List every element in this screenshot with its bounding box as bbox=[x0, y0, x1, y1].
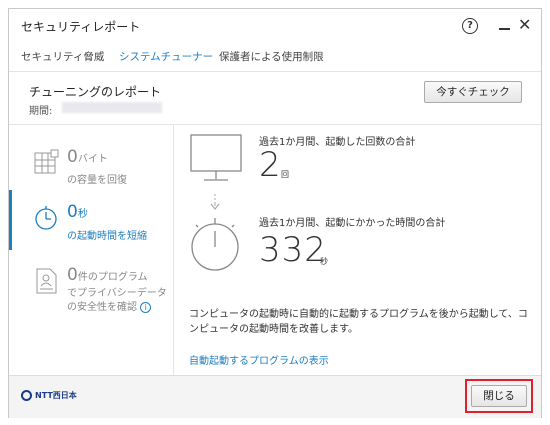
boot-time-unit: 秒 bbox=[320, 257, 328, 266]
close-icon: ✕ bbox=[518, 15, 532, 34]
help-button[interactable]: ? bbox=[459, 15, 481, 37]
close-button-highlight: 閉じる bbox=[465, 379, 533, 413]
description-text: コンピュータの起動時に自動的に起動するプログラムを後から起動して、コンピュータの… bbox=[189, 309, 528, 335]
security-report-window: セキュリティレポート ? ✕ セキュリティ脅威 システムチューナー 保護者による… bbox=[8, 8, 542, 418]
sidebar-item-privacy[interactable]: 0件のプログラム でプライバシーデータ の安全性を確認 i bbox=[9, 263, 174, 319]
boot-count-stat: 過去1か月間、起動した回数の合計 2 回 bbox=[259, 133, 416, 185]
tab-parental-controls[interactable]: 保護者による使用制限 bbox=[219, 49, 324, 64]
info-icon[interactable]: i bbox=[140, 301, 152, 313]
check-now-button[interactable]: 今すぐチェック bbox=[424, 81, 522, 103]
minimize-button[interactable] bbox=[494, 15, 516, 37]
close-button[interactable]: 閉じる bbox=[471, 385, 527, 407]
help-icon: ? bbox=[462, 18, 478, 34]
sidebar-divider bbox=[173, 125, 174, 375]
arrow-down-icon bbox=[210, 194, 220, 210]
window-title: セキュリティレポート bbox=[21, 20, 141, 34]
startup-time-label: の起動時間を短縮 bbox=[67, 231, 147, 242]
boot-count-heading: 過去1か月間、起動した回数の合計 bbox=[259, 137, 416, 148]
minimize-icon bbox=[499, 28, 510, 30]
boot-time-heading: 過去1か月間、起動にかかった時間の合計 bbox=[259, 218, 446, 229]
boot-count-unit: 回 bbox=[281, 170, 289, 179]
tab-divider bbox=[9, 71, 541, 72]
boot-time-value: 332 bbox=[259, 230, 327, 270]
show-startup-programs-link[interactable]: 自動起動するプログラムの表示 bbox=[189, 352, 329, 367]
privacy-label: でプライバシーデータ bbox=[67, 288, 167, 299]
boot-count-value: 2 bbox=[259, 145, 282, 185]
title-bar: セキュリティレポート ? ✕ bbox=[9, 9, 541, 43]
stopwatch-icon bbox=[35, 206, 57, 230]
boot-time-stat: 過去1か月間、起動にかかった時間の合計 332 秒 bbox=[259, 214, 446, 270]
privacy-value: 0 bbox=[67, 265, 78, 285]
period-value-redacted bbox=[62, 102, 162, 113]
privacy-unit: 件のプログラム bbox=[77, 272, 148, 283]
stopwatch-large-icon bbox=[191, 218, 239, 271]
disk-grid-icon bbox=[34, 149, 59, 174]
startup-time-unit: 秒 bbox=[77, 209, 88, 220]
footer: NTT西日本 閉じる bbox=[9, 375, 541, 418]
close-window-button[interactable]: ✕ bbox=[514, 15, 536, 37]
logo-ring-icon bbox=[21, 390, 32, 401]
startup-time-value: 0 bbox=[67, 202, 78, 222]
tab-security-threats[interactable]: セキュリティ脅威 bbox=[21, 49, 104, 64]
tab-system-tuner[interactable]: システムチューナー bbox=[119, 49, 213, 64]
disk-space-unit: バイト bbox=[77, 154, 108, 165]
document-icon bbox=[36, 268, 57, 294]
disk-space-value: 0 bbox=[67, 147, 78, 167]
privacy-label-2: の安全性を確認 bbox=[67, 302, 137, 313]
brand-logo: NTT西日本 bbox=[21, 390, 77, 401]
sidebar-item-startup-time[interactable]: 0秒 の起動時間を短縮 bbox=[9, 200, 174, 248]
summary-sidebar: 0バイト の容量を回復 0秒 の起動時間を短縮 0件のプログラム でプライバシー… bbox=[9, 125, 174, 375]
monitor-icon bbox=[190, 134, 242, 181]
disk-space-label: の容量を回復 bbox=[67, 175, 127, 186]
report-title: チューニングのレポート bbox=[29, 85, 162, 99]
sidebar-item-disk-space[interactable]: 0バイト の容量を回復 bbox=[9, 145, 174, 189]
period-label: 期間: bbox=[29, 106, 53, 117]
